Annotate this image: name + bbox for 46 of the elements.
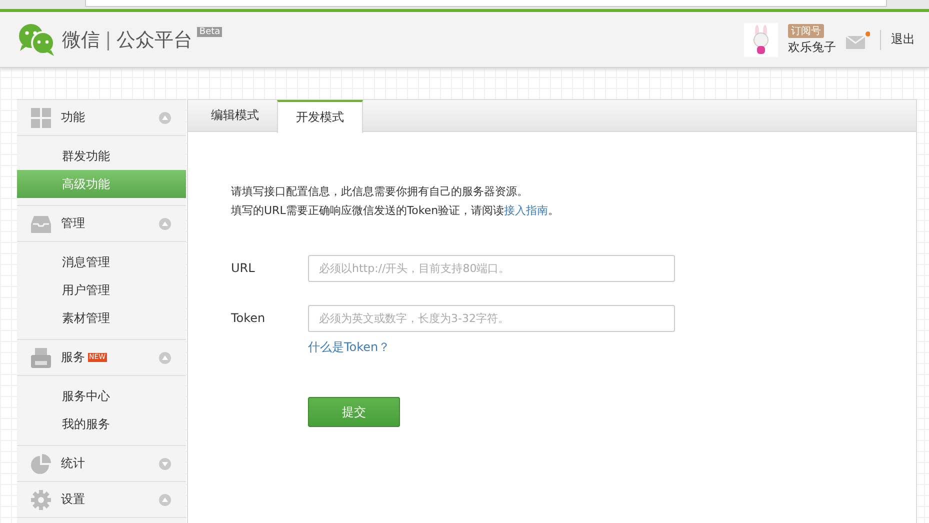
tab[interactable]: 开发模式	[277, 100, 363, 133]
logout-link[interactable]: 退出	[891, 31, 915, 48]
menu-group-label: 功能	[61, 109, 85, 126]
menu-group-label: 服务	[61, 349, 85, 366]
chat-bubbles-icon	[17, 22, 57, 56]
menu-item[interactable]: 素材管理	[17, 304, 186, 332]
menu-item[interactable]: 我的服务	[17, 410, 186, 438]
input-field[interactable]: 必须为英文或数字，长度为3-32字符。	[308, 305, 675, 332]
instruction-text: 填写的URL需要正确响应微信发送的Token验证，请阅读接入指南。	[231, 203, 560, 218]
grid-icon	[31, 108, 51, 128]
beta-badge: Beta	[197, 26, 222, 36]
menu-group-header[interactable]: 功能	[17, 100, 186, 136]
platform-title: 公众平台	[116, 28, 192, 52]
address-bar[interactable]	[85, 0, 887, 7]
menu-item[interactable]: 服务中心	[17, 382, 186, 410]
gear-icon	[31, 490, 51, 510]
collapse-icon[interactable]	[159, 352, 171, 364]
collapse-icon[interactable]	[159, 494, 171, 506]
menu-group-label: 管理	[61, 215, 85, 232]
menu-group-label: 统计	[61, 455, 85, 472]
mail-icon[interactable]	[846, 30, 870, 48]
menu-group-header[interactable]: 设置	[17, 482, 186, 518]
help-link[interactable]: 什么是Token？	[308, 339, 675, 356]
menu-group-header[interactable]: 统计	[17, 446, 186, 482]
collapse-icon[interactable]	[159, 112, 171, 124]
brand-name: 微信	[62, 28, 100, 52]
inbox-icon	[31, 214, 51, 232]
tab[interactable]: 编辑模式	[193, 100, 277, 131]
menu-item[interactable]: 消息管理	[17, 248, 186, 276]
separator: |	[105, 28, 112, 50]
menu-group-header[interactable]: 管理	[17, 206, 186, 242]
avatar[interactable]	[744, 22, 778, 56]
collapse-icon[interactable]	[159, 218, 171, 230]
account-name[interactable]: 欢乐兔子	[788, 38, 836, 56]
field-label: URL	[231, 260, 256, 277]
input-field[interactable]: 必须以http://开头，目前支持80端口。	[308, 255, 675, 282]
guide-link[interactable]: 接入指南	[504, 204, 548, 217]
instruction-text: 请填写接口配置信息，此信息需要你拥有自己的服务器资源。	[231, 184, 529, 199]
menu-item[interactable]: 用户管理	[17, 276, 186, 304]
account-type-badge: 订阅号	[788, 24, 824, 38]
expand-icon[interactable]	[159, 458, 171, 470]
printer-icon	[31, 348, 51, 368]
field-label: Token	[231, 310, 266, 327]
pie-chart-icon	[31, 454, 51, 474]
menu-group-label: 设置	[61, 491, 85, 508]
menu-item[interactable]: 群发功能	[17, 142, 186, 170]
